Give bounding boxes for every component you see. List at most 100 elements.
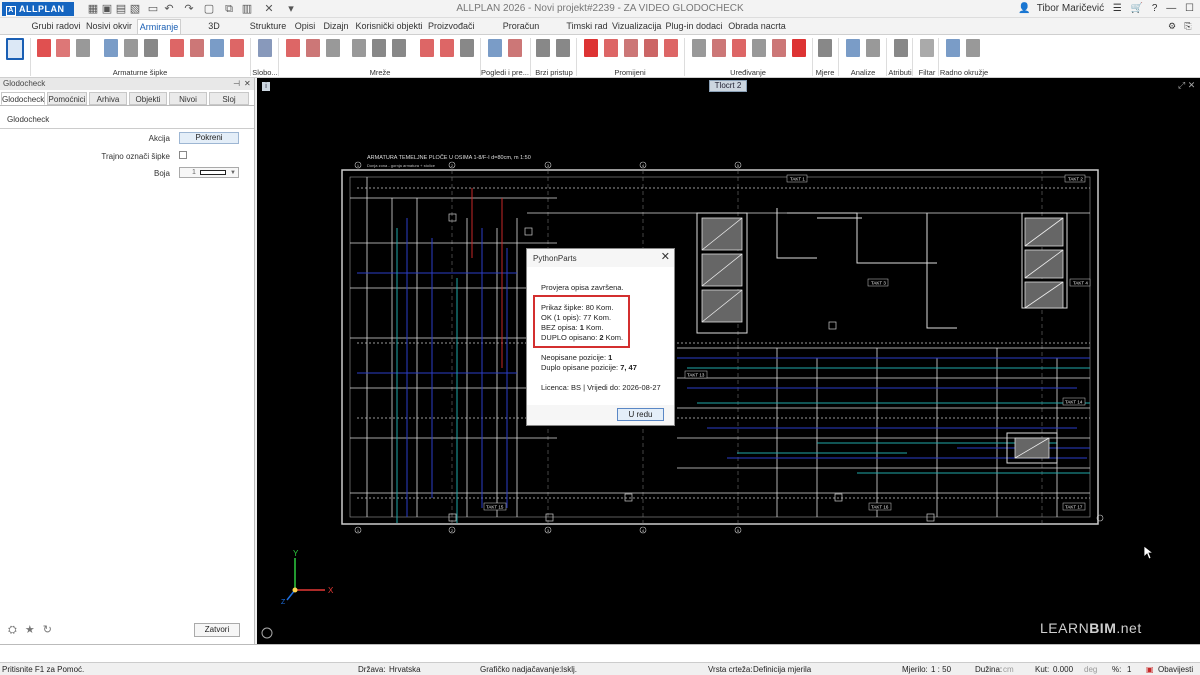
ptab-objekti[interactable]: Objekti bbox=[129, 92, 167, 105]
tab-grubi-radovi[interactable]: Grubi radovi bbox=[30, 19, 82, 34]
tab-proizvodaci[interactable]: Proizvođači bbox=[428, 19, 475, 34]
tab-armiranje[interactable]: Armiranje bbox=[137, 19, 181, 34]
rebar-detail-icon[interactable] bbox=[124, 39, 138, 57]
drzava-value[interactable]: Hrvatska bbox=[389, 665, 421, 674]
tab-obrada-nacrta[interactable]: Obrada nacrta bbox=[728, 19, 786, 34]
mesh-edit-icon[interactable] bbox=[392, 39, 406, 57]
graficko-value[interactable]: Isklj. bbox=[561, 665, 577, 674]
drawing-viewport[interactable]: ARMATURA TEMELJNE PLOČE U OSIMA 1-8/F-I … bbox=[257, 78, 1200, 644]
share-icon[interactable]: ⎘ bbox=[1182, 19, 1194, 34]
stretch-edit-icon[interactable] bbox=[772, 39, 786, 57]
free-form-icon[interactable] bbox=[258, 39, 272, 57]
dialog-close-icon[interactable]: ✕ bbox=[661, 250, 670, 263]
user-name[interactable]: Tibor Maričević bbox=[1037, 3, 1104, 14]
settings-gear-icon[interactable]: ⚙ bbox=[1166, 19, 1178, 34]
analysis-report-icon[interactable] bbox=[866, 39, 880, 57]
modify-joint-icon[interactable] bbox=[664, 39, 678, 57]
quick-line-icon[interactable] bbox=[536, 39, 550, 57]
viewport-close-icon[interactable]: ✕ bbox=[1188, 80, 1196, 90]
notification-icon[interactable]: ▣ bbox=[1146, 665, 1154, 674]
workspace-icon[interactable] bbox=[946, 39, 960, 57]
view-edit-icon[interactable] bbox=[440, 39, 454, 57]
workspace-grid-icon[interactable] bbox=[966, 39, 980, 57]
copy-edit-icon[interactable] bbox=[692, 39, 706, 57]
tab-timski-rad[interactable]: Timski rad bbox=[566, 19, 608, 34]
filter-funnel-icon[interactable] bbox=[920, 39, 934, 57]
favorite-icon[interactable]: ★ bbox=[25, 624, 35, 636]
attributes-icon[interactable] bbox=[894, 39, 908, 57]
tab-korisnicki-objekti[interactable]: Korisnički objekti bbox=[355, 19, 423, 34]
mesh-place-icon[interactable] bbox=[286, 39, 300, 57]
kut-value[interactable]: 0.000 bbox=[1053, 665, 1073, 674]
rebar-grid-icon[interactable] bbox=[76, 39, 90, 57]
maximize-icon[interactable]: ☐ bbox=[1185, 3, 1194, 14]
rebar-place-icon[interactable] bbox=[170, 39, 184, 57]
rebar-rotate-icon[interactable] bbox=[210, 39, 224, 57]
u-redu-button[interactable]: U redu bbox=[617, 408, 664, 421]
mesh-edge-icon[interactable] bbox=[326, 39, 340, 57]
rebar-list-icon[interactable] bbox=[144, 39, 158, 57]
modify-pen-icon[interactable] bbox=[584, 39, 598, 57]
minimize-icon[interactable]: — bbox=[1166, 3, 1176, 14]
cart-icon[interactable]: 🛒 bbox=[1131, 3, 1143, 14]
mjerilo-value[interactable]: 1 : 50 bbox=[931, 665, 951, 674]
mesh-area-icon[interactable] bbox=[306, 39, 320, 57]
delete-x-icon[interactable] bbox=[792, 39, 806, 57]
modify-wave-icon[interactable] bbox=[644, 39, 658, 57]
duzina-value[interactable]: cm bbox=[1003, 665, 1014, 674]
section-view-icon[interactable] bbox=[420, 39, 434, 57]
view-cube-icon[interactable] bbox=[6, 38, 24, 60]
mesh-detail-icon[interactable] bbox=[372, 39, 386, 57]
vrsta-value[interactable]: Definicija mjerila bbox=[753, 665, 811, 674]
refresh-icon[interactable]: ↻ bbox=[43, 624, 52, 636]
pin-icon[interactable]: ⊣ bbox=[233, 78, 240, 90]
label-abc-icon[interactable] bbox=[104, 39, 118, 57]
tab-proracun-konstrukcije[interactable]: Proračun konstrukcije bbox=[479, 19, 563, 46]
ptab-sloj[interactable]: Sloj bbox=[209, 92, 249, 105]
view-3d-icon[interactable] bbox=[508, 39, 522, 57]
plugin-icon[interactable]: ⛭ bbox=[8, 624, 17, 636]
rebar-bend-icon[interactable] bbox=[56, 39, 70, 57]
tab-3d-modeliranje[interactable]: 3D modeliranje bbox=[185, 19, 243, 46]
rebar-circle-icon[interactable] bbox=[190, 39, 204, 57]
info-icon[interactable]: i bbox=[262, 82, 270, 91]
tab-dizajn[interactable]: Dizajn bbox=[322, 19, 350, 34]
move-edit-icon[interactable] bbox=[712, 39, 726, 57]
ptab-nivoi[interactable]: Nivoi bbox=[169, 92, 207, 105]
rebar-shape-icon[interactable] bbox=[37, 39, 51, 57]
mirror-edit-icon[interactable] bbox=[752, 39, 766, 57]
pct-value[interactable]: 1 bbox=[1127, 665, 1131, 674]
viewport-maximize-icon[interactable]: ⤢ bbox=[1178, 80, 1185, 90]
zatvori-button[interactable]: Zatvori bbox=[194, 623, 240, 637]
view-update-icon[interactable] bbox=[460, 39, 474, 57]
tab-strukture[interactable]: Strukture bbox=[248, 19, 288, 34]
ptab-arhiva[interactable]: Arhiva bbox=[89, 92, 127, 105]
command-line[interactable] bbox=[0, 644, 1200, 662]
modify-shape-icon[interactable] bbox=[624, 39, 638, 57]
ptab-glodocheck[interactable]: Glodocheck bbox=[1, 92, 45, 105]
house-view-icon[interactable] bbox=[488, 39, 502, 57]
list-icon[interactable]: ☰ bbox=[1113, 3, 1122, 14]
rotate-edit-icon[interactable] bbox=[732, 39, 746, 57]
trajno-checkbox[interactable] bbox=[179, 151, 187, 159]
tab-nosivi-okvir[interactable]: Nosivi okvir bbox=[86, 19, 132, 34]
analysis-abc-icon[interactable] bbox=[846, 39, 860, 57]
navigation-wheel-icon[interactable] bbox=[261, 627, 273, 639]
tab-plugin-dodaci[interactable]: Plug-in dodaci bbox=[665, 19, 723, 34]
quick-hatch-icon[interactable] bbox=[556, 39, 570, 57]
dimension-icon[interactable] bbox=[818, 39, 832, 57]
ribbon-panel: Armaturne šipke Slobo... Mreže Pogledi i… bbox=[0, 34, 1200, 78]
obavijesti-label[interactable]: Obavijesti bbox=[1158, 665, 1193, 674]
ptab-pomocnici[interactable]: Pomoćnici bbox=[47, 92, 87, 105]
rebar-mark-icon[interactable] bbox=[230, 39, 244, 57]
view-tab-tlocrt[interactable]: Tlocrt 2 bbox=[709, 80, 747, 92]
tab-vizualizacija[interactable]: Vizualizacija bbox=[612, 19, 661, 34]
boja-select[interactable]: 1 ▼ bbox=[179, 167, 239, 178]
modify-rebar-icon[interactable] bbox=[604, 39, 618, 57]
user-icon[interactable]: 👤 bbox=[1018, 3, 1030, 14]
help-icon[interactable]: ? bbox=[1152, 3, 1158, 14]
pokreni-button[interactable]: Pokreni bbox=[179, 132, 239, 144]
mesh-list-icon[interactable] bbox=[352, 39, 366, 57]
panel-close-icon[interactable]: ✕ bbox=[244, 78, 251, 90]
tab-opisi[interactable]: Opisi bbox=[293, 19, 317, 34]
